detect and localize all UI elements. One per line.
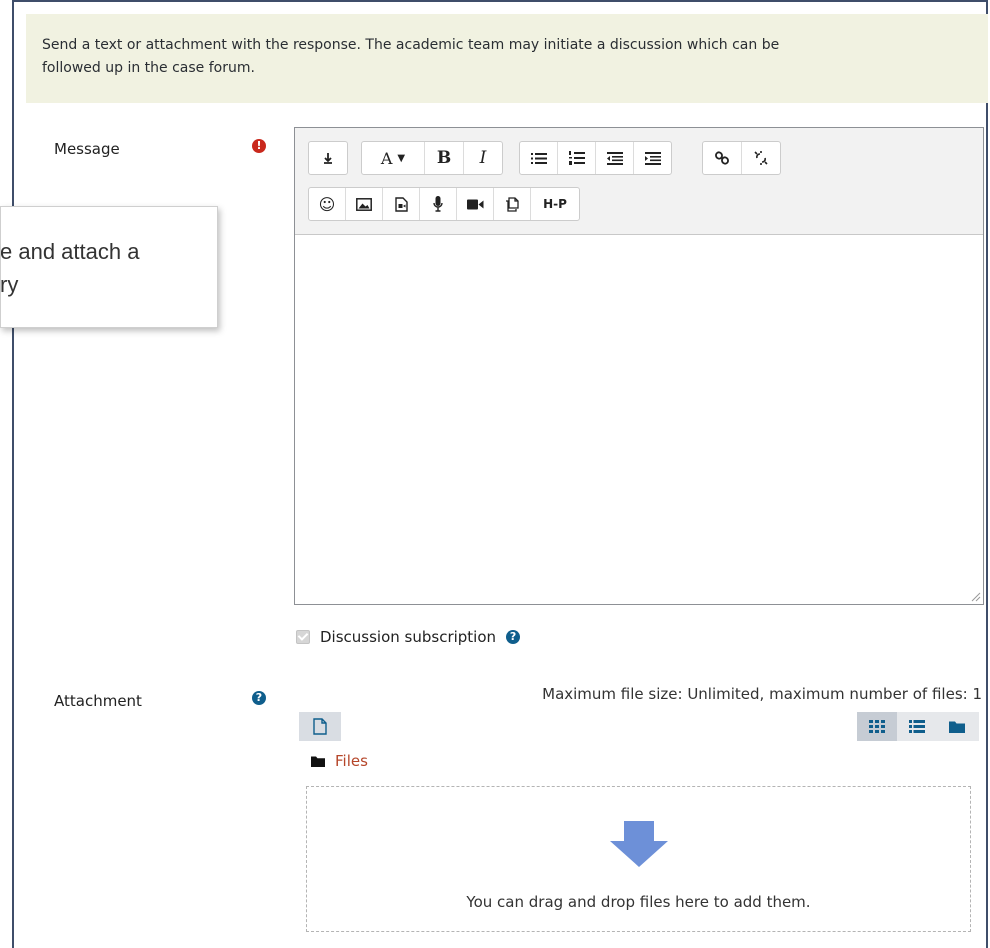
message-editor[interactable]: A ▼ B I ☺ H-P bbox=[294, 127, 984, 605]
attachment-label: Attachment bbox=[54, 692, 142, 710]
folder-view-icon[interactable] bbox=[937, 712, 977, 741]
italic-icon[interactable]: I bbox=[464, 142, 502, 174]
tooltip-popup: e and attach a ry bbox=[0, 206, 218, 328]
emoji-icon[interactable]: ☺ bbox=[309, 188, 346, 220]
drop-arrow-icon bbox=[610, 821, 668, 867]
max-file-info: Maximum file size: Unlimited, maximum nu… bbox=[542, 685, 982, 703]
view-switcher bbox=[857, 712, 979, 741]
font-size-icon[interactable]: A ▼ bbox=[362, 142, 425, 174]
files-folder-link[interactable]: Files bbox=[335, 752, 368, 770]
file-drop-zone[interactable]: You can drag and drop files here to add … bbox=[306, 786, 971, 932]
tooltip-line-1: e and attach a bbox=[0, 239, 140, 264]
unlink-icon[interactable] bbox=[742, 142, 780, 174]
message-text-area[interactable] bbox=[295, 235, 983, 604]
subscription-checkbox[interactable] bbox=[296, 630, 310, 644]
toolbar-group-lists bbox=[519, 141, 672, 175]
drop-zone-text: You can drag and drop files here to add … bbox=[466, 893, 811, 911]
folder-icon bbox=[311, 756, 325, 767]
notice-line-1: Send a text or attachment with the respo… bbox=[42, 37, 780, 53]
list-view-icon[interactable] bbox=[897, 712, 937, 741]
video-camera-icon[interactable] bbox=[457, 188, 494, 220]
editor-toolbar: A ▼ B I ☺ H-P bbox=[295, 128, 983, 235]
manage-files-icon[interactable] bbox=[494, 188, 531, 220]
h5p-icon[interactable]: H-P bbox=[531, 188, 579, 220]
h5p-label: H-P bbox=[543, 197, 567, 211]
link-icon[interactable] bbox=[703, 142, 742, 174]
image-icon[interactable] bbox=[346, 188, 383, 220]
resize-handle-icon[interactable] bbox=[971, 592, 981, 602]
unordered-list-icon[interactable] bbox=[520, 142, 558, 174]
media-icon[interactable] bbox=[383, 188, 420, 220]
tooltip-line-2: ry bbox=[0, 272, 19, 297]
microphone-icon[interactable] bbox=[420, 188, 457, 220]
collapse-icon[interactable] bbox=[309, 142, 347, 174]
file-icon bbox=[313, 718, 327, 735]
attachment-help-icon[interactable]: ? bbox=[252, 691, 266, 705]
ordered-list-icon[interactable] bbox=[558, 142, 596, 174]
files-folder-row: Files bbox=[311, 750, 368, 772]
bold-icon[interactable]: B bbox=[425, 142, 464, 174]
subscription-row: Discussion subscription ? bbox=[296, 626, 521, 648]
toolbar-group-links bbox=[702, 141, 781, 175]
add-file-button[interactable] bbox=[299, 712, 341, 741]
outdent-icon[interactable] bbox=[596, 142, 634, 174]
toolbar-group-style: A ▼ B I bbox=[361, 141, 503, 175]
grid-view-icon[interactable] bbox=[857, 712, 897, 741]
info-notice: Send a text or attachment with the respo… bbox=[26, 14, 988, 103]
subscription-label: Discussion subscription bbox=[320, 628, 497, 646]
toolbar-group-media: ☺ H-P bbox=[308, 187, 580, 221]
toolbar-group-collapse bbox=[308, 141, 348, 175]
message-label: Message bbox=[54, 140, 120, 158]
subscription-help-icon[interactable]: ? bbox=[506, 630, 521, 644]
required-icon: ! bbox=[252, 139, 266, 153]
notice-line-2: followed up in the case forum. bbox=[42, 60, 255, 76]
indent-icon[interactable] bbox=[634, 142, 671, 174]
